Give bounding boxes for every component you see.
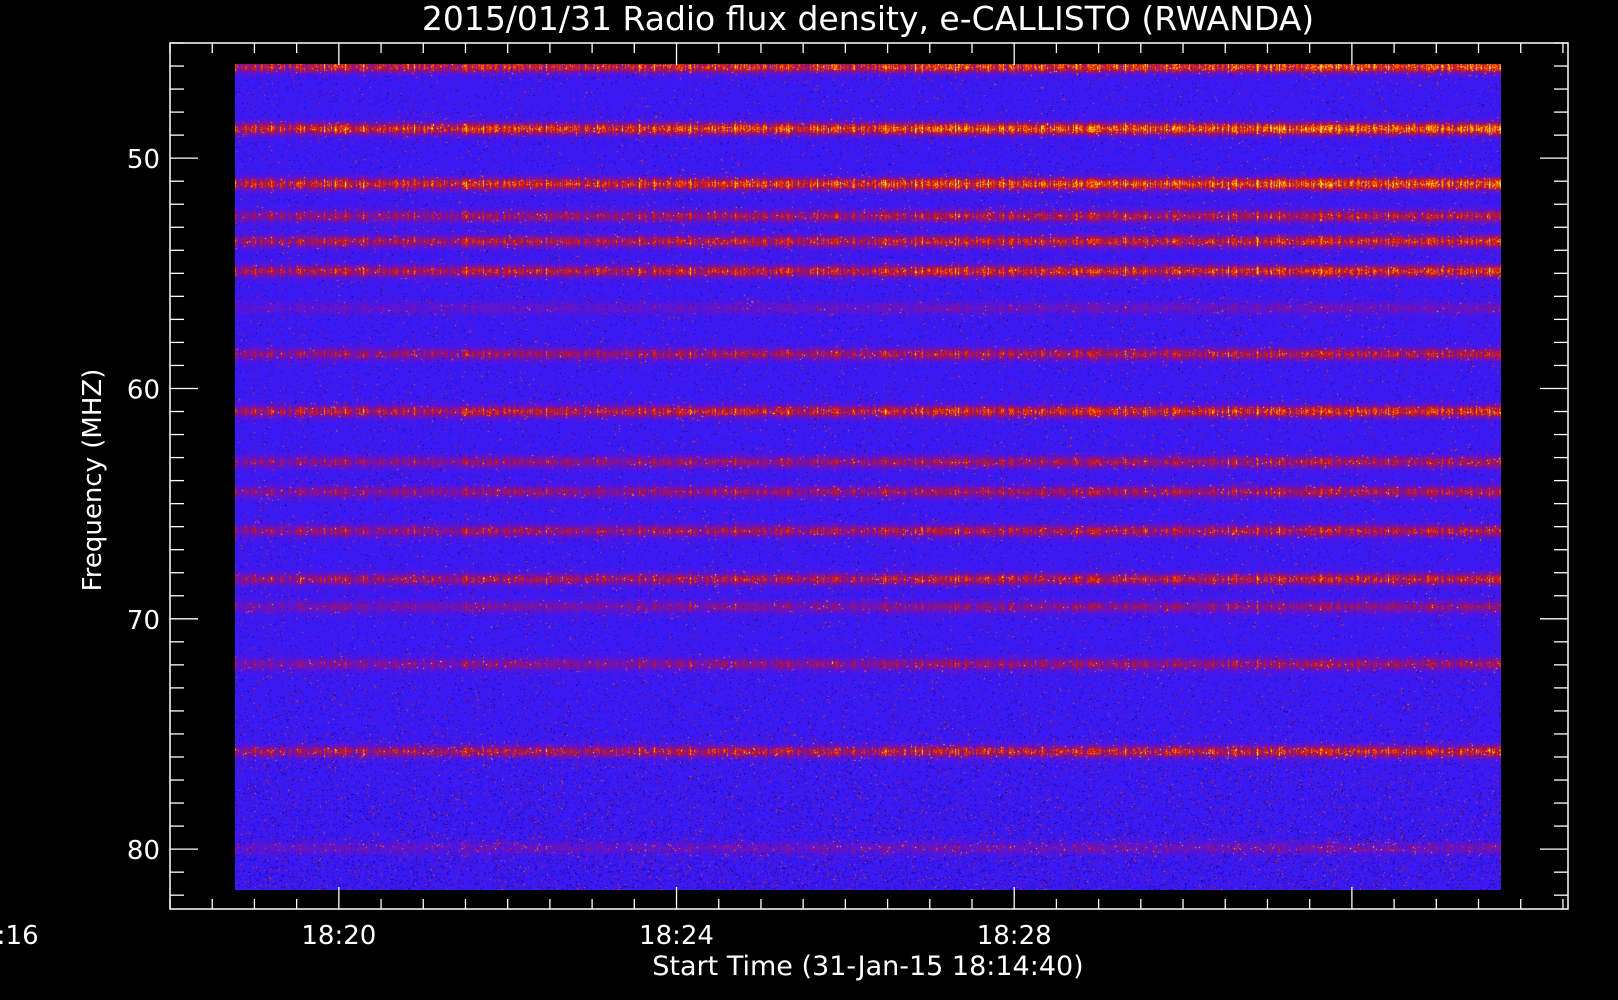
x-tick-label: 18:28 (977, 921, 1052, 951)
x-tick-label: 18:20 (301, 921, 376, 951)
x-axis-label: Start Time (31-Jan-15 18:14:40) (652, 951, 1083, 982)
spectrogram-figure: 18:16 18:20 18:24 18:28 50 60 70 80 2015/01/31 … (0, 0, 1618, 1000)
plot-frame (169, 42, 1569, 910)
x-tick-label: 18:16 (0, 921, 39, 951)
x-tick-label: 18:24 (639, 921, 714, 951)
tick-marks (169, 42, 1568, 909)
axes: 18:16 18:20 18:24 18:28 50 60 70 80 2015/01/31 … (0, 0, 1569, 982)
chart-title: 2015/01/31 Radio flux density, e-CALLIST… (422, 0, 1314, 38)
y-axis-label: Frequency (MHZ) (78, 369, 108, 592)
y-tick-label: 80 (127, 836, 160, 866)
y-tick-label: 50 (127, 145, 160, 175)
y-tick-label: 70 (127, 606, 160, 636)
tick-labels: 18:16 18:20 18:24 18:28 50 60 70 80 (0, 145, 1052, 951)
y-tick-label: 60 (127, 375, 160, 405)
